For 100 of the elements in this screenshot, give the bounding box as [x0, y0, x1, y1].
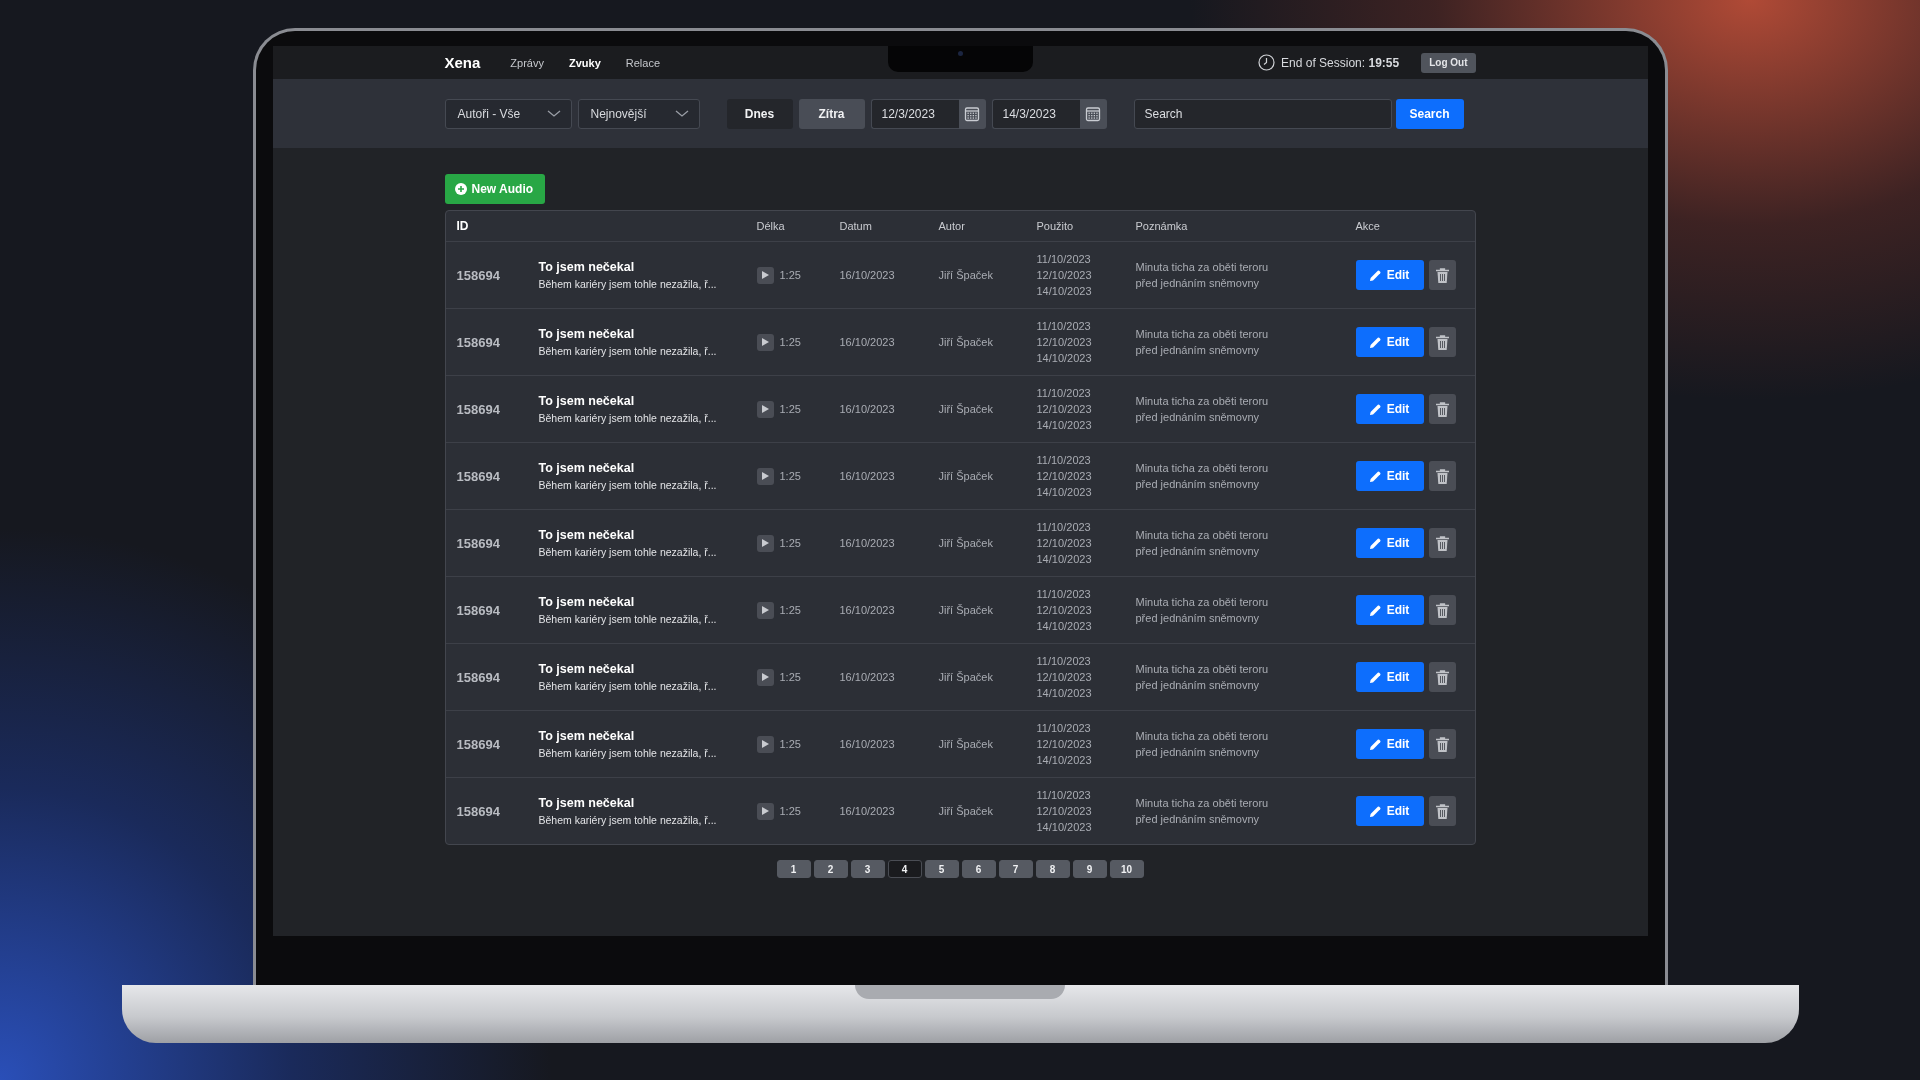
dropdown[interactable]: Nejnovější	[577, 98, 700, 129]
length-cell: 1:25	[779, 671, 801, 683]
trash-icon	[1435, 468, 1449, 484]
logout-button[interactable]: Log Out	[1421, 52, 1476, 73]
nav-link[interactable]: Relace	[625, 56, 661, 69]
pencil-icon	[1369, 738, 1381, 750]
author-cell-text: Jiří Špaček	[938, 403, 994, 415]
id-cell-text: 158694	[456, 334, 501, 350]
calendar-button[interactable]	[958, 98, 986, 129]
chevron-icon	[674, 109, 689, 118]
calendar-icon	[964, 105, 980, 122]
play-button[interactable]	[756, 601, 774, 619]
column-header: Poznámka	[1135, 220, 1189, 232]
delete-button[interactable]	[1428, 729, 1456, 759]
date-field[interactable]: 14/3/2023	[991, 98, 1080, 129]
page-button[interactable]: 8	[1035, 860, 1070, 878]
used-dates-cell-text: 11/10/2023 12/10/2023 14/10/2023	[1036, 386, 1093, 433]
length-cell: 1:25	[779, 537, 801, 549]
used-dates-cell-text: 11/10/2023 12/10/2023 14/10/2023	[1036, 654, 1093, 701]
page-button[interactable]: 10	[1109, 860, 1144, 878]
edit-button[interactable]: Edit	[1355, 461, 1424, 491]
length-cell: 1:25	[779, 738, 801, 750]
play-icon	[761, 338, 769, 346]
used-dates-cell-text: 11/10/2023 12/10/2023 14/10/2023	[1036, 252, 1093, 299]
play-icon	[761, 539, 769, 547]
date-cell-text: 16/10/2023	[839, 604, 896, 616]
play-button[interactable]	[756, 802, 774, 820]
audio-title: To jsem nečekal	[538, 662, 636, 676]
delete-button[interactable]	[1428, 796, 1456, 826]
nav-link[interactable]: Zvuky	[569, 56, 601, 69]
edit-button[interactable]: Edit	[1355, 394, 1424, 424]
search-button[interactable]: Search	[1395, 98, 1464, 129]
delete-button[interactable]	[1428, 595, 1456, 625]
play-button[interactable]	[756, 333, 774, 351]
edit-button[interactable]: Edit	[1355, 327, 1424, 357]
length-cell: 1:25	[779, 604, 801, 616]
pencil-icon	[1369, 604, 1381, 616]
play-button[interactable]	[756, 668, 774, 686]
id-cell-text: 158694	[456, 669, 501, 685]
page-button[interactable]: 1	[776, 860, 811, 878]
session-timer: End of Session: 19:55	[1281, 55, 1400, 70]
page-button[interactable]: 3	[850, 860, 885, 878]
author-cell-text: Jiří Špaček	[938, 604, 994, 616]
day-button[interactable]: Dnes	[726, 98, 793, 129]
edit-button[interactable]: Edit	[1355, 528, 1424, 558]
trash-icon	[1435, 401, 1449, 417]
author-cell-text: Jiří Špaček	[938, 805, 994, 817]
play-button[interactable]	[756, 400, 774, 418]
delete-button[interactable]	[1428, 327, 1456, 357]
edit-button[interactable]: Edit	[1355, 796, 1424, 826]
page-button[interactable]: 4	[887, 860, 922, 878]
edit-button[interactable]: Edit	[1355, 595, 1424, 625]
page-button[interactable]: 6	[961, 860, 996, 878]
length-cell: 1:25	[779, 269, 801, 281]
audio-title: To jsem nečekal	[538, 528, 636, 542]
delete-button[interactable]	[1428, 461, 1456, 491]
page-button[interactable]: 2	[813, 860, 848, 878]
page-button[interactable]: 9	[1072, 860, 1107, 878]
audio-description: Během kariéry jsem tohle nezažila, ř...	[538, 680, 718, 692]
author-cell-text: Jiří Špaček	[938, 336, 994, 348]
edit-button[interactable]: Edit	[1355, 260, 1424, 290]
page-button[interactable]: 5	[924, 860, 959, 878]
length-cell: 1:25	[779, 805, 801, 817]
note-cell-text: Minuta ticha za oběti teroru před jednáním sněmovny	[1135, 327, 1270, 358]
clock-icon	[1258, 54, 1276, 71]
id-cell-text: 158694	[456, 401, 501, 417]
day-button[interactable]: Zítra	[798, 98, 865, 129]
nav-link[interactable]: Zprávy	[510, 56, 544, 69]
note-cell-text: Minuta ticha za oběti teroru před jednáním sněmovny	[1135, 461, 1270, 492]
dropdown[interactable]: Autoři - Vše	[444, 98, 572, 129]
play-button[interactable]	[756, 266, 774, 284]
date-field[interactable]: 12/3/2023	[870, 98, 959, 129]
edit-button[interactable]: Edit	[1355, 729, 1424, 759]
play-button[interactable]	[756, 467, 774, 485]
delete-button[interactable]	[1428, 528, 1456, 558]
delete-button[interactable]	[1428, 394, 1456, 424]
pencil-icon	[1369, 269, 1381, 281]
brand-logo[interactable]: Xena	[444, 54, 481, 71]
column-header: Autor	[938, 220, 966, 232]
delete-button[interactable]	[1428, 662, 1456, 692]
delete-button[interactable]	[1428, 260, 1456, 290]
pencil-icon	[1369, 805, 1381, 817]
trash-icon	[1435, 267, 1449, 283]
play-icon	[761, 271, 769, 279]
id-cell-text: 158694	[456, 803, 501, 819]
play-button[interactable]	[756, 735, 774, 753]
column-header: Datum	[839, 220, 873, 232]
page-button[interactable]: 7	[998, 860, 1033, 878]
author-cell-text: Jiří Špaček	[938, 537, 994, 549]
search-field[interactable]: Search	[1133, 98, 1392, 129]
used-dates-cell-text: 11/10/2023 12/10/2023 14/10/2023	[1036, 788, 1093, 835]
note-cell-text: Minuta ticha za oběti teroru před jednáním sněmovny	[1135, 528, 1270, 559]
play-icon	[761, 740, 769, 748]
edit-button[interactable]: Edit	[1355, 662, 1424, 692]
calendar-button[interactable]	[1079, 98, 1107, 129]
id-cell-text: 158694	[456, 736, 501, 752]
date-cell-text: 16/10/2023	[839, 403, 896, 415]
note-cell-text: Minuta ticha za oběti teroru před jednáním sněmovny	[1135, 260, 1270, 291]
date-cell-text: 16/10/2023	[839, 336, 896, 348]
play-button[interactable]	[756, 534, 774, 552]
